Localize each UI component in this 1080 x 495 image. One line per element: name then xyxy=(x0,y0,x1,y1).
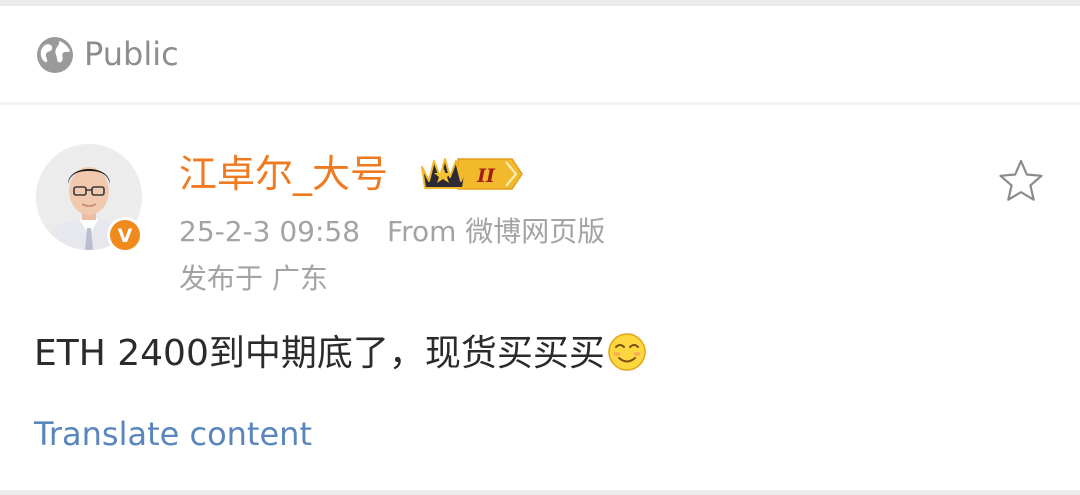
bottom-separator xyxy=(0,490,1080,495)
post-content: ETH 2400到中期底了，现货买买买 xyxy=(34,330,647,378)
verified-badge-letter: V xyxy=(118,225,133,247)
visibility-label: Public xyxy=(84,35,179,73)
translate-content-link[interactable]: Translate content xyxy=(34,412,312,456)
post-source: From 微博网页版 xyxy=(387,215,606,248)
verified-badge-icon: V xyxy=(107,217,143,253)
post-text: ETH 2400到中期底了，现货买买买 xyxy=(34,333,605,374)
smirk-face-emoji-icon xyxy=(608,333,646,371)
crown-level-icon[interactable]: II xyxy=(418,153,526,195)
member-level: II xyxy=(476,165,496,187)
post-time: 25-2-3 09:58 xyxy=(179,215,361,248)
visibility-header: Public xyxy=(0,6,1080,102)
author-name[interactable]: 江卓尔_大号 xyxy=(179,150,388,198)
star-outline-icon[interactable] xyxy=(996,156,1046,206)
post-location: 发布于 广东 xyxy=(179,262,328,295)
section-divider xyxy=(0,102,1080,105)
globe-icon xyxy=(37,37,73,73)
